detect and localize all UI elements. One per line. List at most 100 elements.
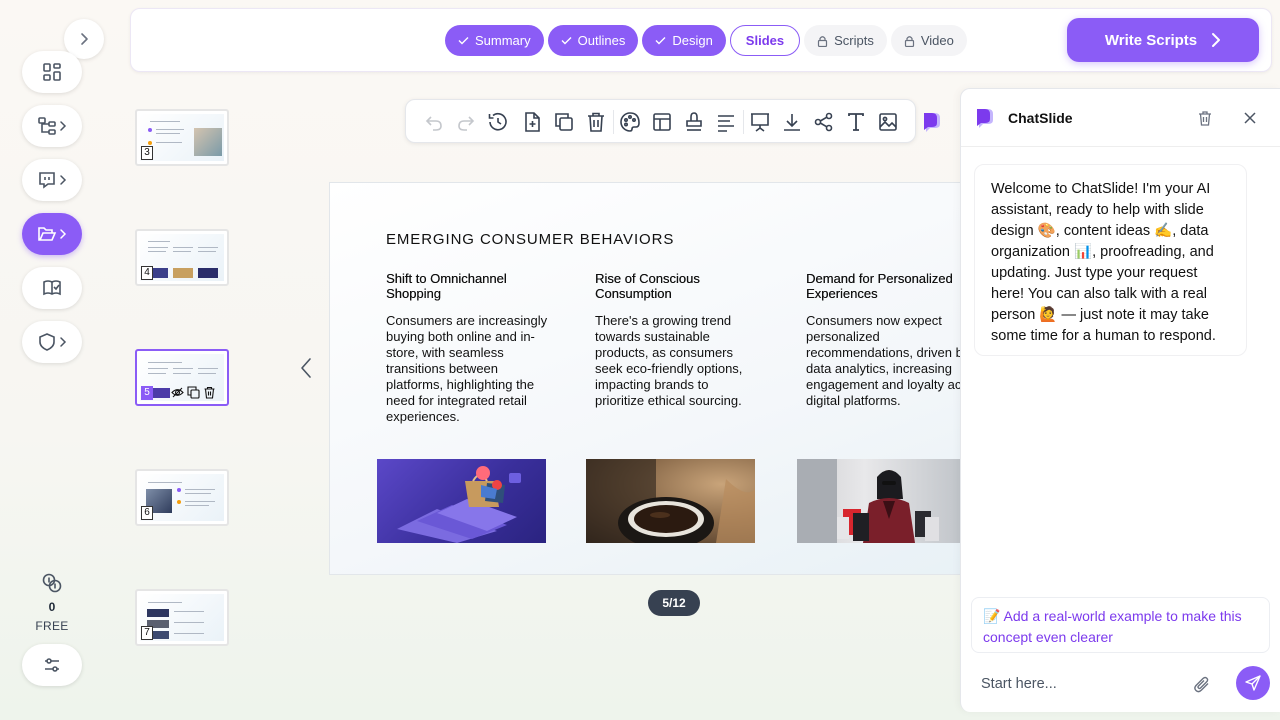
chevron-right-icon (60, 175, 67, 185)
previous-slide-arrow-icon[interactable] (298, 357, 314, 379)
slide-column: Shift to Omnichannel Shopping Consumers … (386, 271, 558, 425)
chatslide-logo-icon (975, 109, 993, 128)
chevron-right-icon (81, 33, 88, 45)
slide-column: Demand for Personalized Experiences Cons… (806, 271, 986, 409)
settings-button[interactable] (22, 644, 82, 686)
duplicate-icon[interactable] (553, 111, 575, 133)
redo-icon[interactable] (455, 111, 477, 133)
omnichannel-shopping-image[interactable] (377, 459, 546, 543)
trash-icon[interactable] (1197, 110, 1213, 126)
shield-icon (39, 333, 55, 351)
align-left-icon[interactable] (715, 111, 737, 133)
outline-tree-button[interactable] (22, 105, 82, 147)
trash-icon[interactable] (203, 386, 216, 399)
text-icon[interactable] (845, 111, 867, 133)
history-icon[interactable] (487, 111, 509, 133)
chat-icon (39, 172, 55, 189)
slide-thumbnail[interactable]: 7 (135, 589, 229, 646)
check-icon (561, 37, 572, 45)
write-scripts-button[interactable]: Write Scripts (1067, 18, 1259, 62)
comments-button[interactable] (22, 159, 82, 201)
send-button[interactable] (1236, 666, 1270, 700)
grid-icon (43, 63, 61, 81)
plan-label: FREE (35, 619, 69, 633)
slide-thumbnail-current[interactable]: 5 (135, 349, 229, 406)
thumbnail-actions (171, 386, 216, 399)
download-icon[interactable] (781, 111, 803, 133)
assistant-message: Welcome to ChatSlide! I'm your AI assist… (974, 164, 1247, 356)
lock-icon (904, 35, 914, 47)
thumbnail-number: 4 (141, 266, 153, 280)
layout-icon[interactable] (651, 111, 673, 133)
stamp-icon[interactable] (683, 111, 705, 133)
workflow-steps: Summary Outlines Design Slides Scripts V… (445, 25, 967, 56)
editor-toolbar (405, 99, 916, 143)
paperclip-icon[interactable] (1193, 675, 1211, 693)
page-indicator: 5/12 (648, 590, 700, 616)
credits-value: 0 (48, 600, 56, 614)
undo-icon[interactable] (423, 111, 445, 133)
eye-off-icon[interactable] (171, 386, 184, 399)
thumbnail-number: 6 (141, 506, 153, 520)
step-label: Design (672, 33, 713, 48)
check-icon (458, 37, 469, 45)
step-video[interactable]: Video (890, 25, 967, 56)
thumbnail-number: 7 (141, 626, 153, 640)
projects-folder-button[interactable] (22, 213, 82, 255)
present-icon[interactable] (749, 111, 771, 133)
add-page-icon[interactable] (521, 111, 543, 133)
lock-icon (817, 35, 828, 47)
palette-icon[interactable] (619, 111, 641, 133)
step-summary[interactable]: Summary (445, 25, 544, 56)
slide-column: Rise of Conscious Consumption There's a … (595, 271, 760, 409)
slide-thumbnail[interactable]: 4 (135, 229, 229, 286)
chat-panel: ChatSlide Welcome to ChatSlide! I'm your… (960, 88, 1280, 712)
image-icon[interactable] (877, 111, 899, 133)
chat-input[interactable] (981, 675, 1181, 693)
chevron-right-icon (60, 229, 67, 239)
step-label: Outlines (577, 33, 626, 48)
dashboard-button[interactable] (22, 51, 82, 93)
column-heading[interactable]: Shift to Omnichannel Shopping (386, 271, 558, 301)
step-design[interactable]: Design (642, 25, 726, 56)
slide-thumbnail[interactable]: 3 (135, 109, 229, 166)
column-body[interactable]: Consumers now expect personalized recomm… (806, 313, 986, 409)
step-label: Slides (745, 33, 785, 48)
chevron-right-icon (1212, 33, 1221, 47)
library-button[interactable] (22, 267, 82, 309)
sliders-icon (45, 658, 59, 672)
slide-title[interactable]: EMERGING CONSUMER BEHAVIORS (386, 231, 674, 248)
chatslide-logo-icon[interactable] (921, 110, 945, 134)
column-heading[interactable]: Rise of Conscious Consumption (595, 271, 760, 301)
coins-icon (42, 573, 62, 593)
suggestion-chip[interactable]: 📝 Add a real-world example to make this … (971, 597, 1270, 653)
security-button[interactable] (22, 321, 82, 363)
column-heading[interactable]: Demand for Personalized Experiences (806, 271, 986, 301)
trash-icon[interactable] (585, 111, 607, 133)
share-icon[interactable] (813, 111, 835, 133)
chat-header: ChatSlide (961, 89, 1280, 147)
column-body[interactable]: There's a growing trend towards sustaina… (595, 313, 760, 409)
credits-display: 0 FREE (22, 572, 82, 633)
column-body[interactable]: Consumers are increasingly buying both o… (386, 313, 558, 425)
step-label: Scripts (834, 33, 874, 48)
slide-thumbnail[interactable]: 6 (135, 469, 229, 526)
chevron-right-icon (60, 121, 67, 131)
top-bar: Summary Outlines Design Slides Scripts V… (130, 8, 1272, 72)
duplicate-icon[interactable] (187, 386, 200, 399)
slide-canvas[interactable]: EMERGING CONSUMER BEHAVIORS Shift to Omn… (329, 182, 989, 575)
step-outlines[interactable]: Outlines (547, 25, 639, 56)
book-check-icon (43, 280, 61, 296)
close-icon[interactable] (1243, 111, 1257, 125)
folder-open-icon (38, 227, 57, 241)
thumbnail-number: 5 (141, 386, 153, 400)
step-label: Video (920, 33, 954, 48)
chevron-right-icon (60, 337, 67, 347)
step-slides[interactable]: Slides (729, 25, 801, 56)
send-icon (1245, 675, 1261, 691)
write-scripts-label: Write Scripts (1104, 31, 1198, 49)
conscious-consumption-image[interactable] (586, 459, 755, 543)
personalized-experiences-image[interactable] (797, 459, 966, 543)
tree-icon (38, 117, 56, 135)
step-scripts[interactable]: Scripts (804, 25, 887, 56)
